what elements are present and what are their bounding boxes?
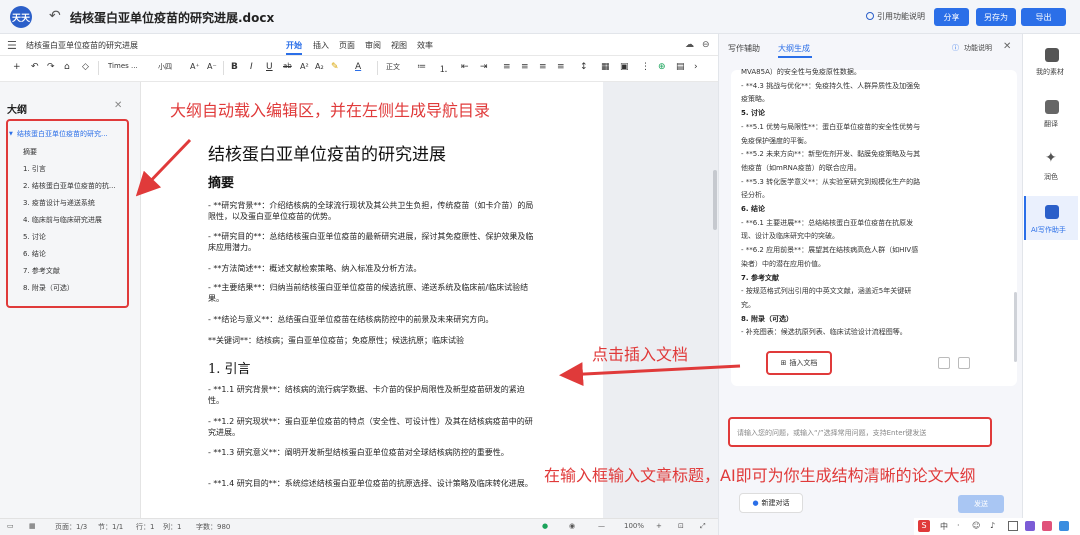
ime-logo-icon[interactable]: S	[918, 520, 930, 532]
annotation-insert: 点击插入文档	[592, 345, 689, 364]
keyboard-icon[interactable]	[1008, 521, 1018, 531]
tray-lang[interactable]: 中	[940, 521, 948, 532]
app-tray-icon[interactable]	[1042, 521, 1052, 531]
app-tray-icon[interactable]	[1059, 521, 1069, 531]
tray-emoji[interactable]: ☺	[972, 521, 980, 530]
tray-dot[interactable]: ·	[957, 521, 960, 530]
annotation-arrows	[135, 138, 741, 387]
annotation-input: 在输入框输入文章标题，AI即可为你生成结构清晰的论文大纲	[544, 466, 976, 485]
arrow-to-outline	[135, 138, 192, 197]
system-tray	[914, 518, 1080, 535]
arrow-to-document	[559, 362, 741, 387]
tray-mic[interactable]: ♪	[990, 521, 995, 530]
app-tray-icon[interactable]	[1025, 521, 1035, 531]
app-window: 天天 ↶ 结核蛋白亚单位疫苗的研究进展.docx 引用功能说明 分享 另存为 导…	[0, 0, 1080, 535]
annotation-outline: 大纲自动载入编辑区，并在左侧生成导航目录	[170, 101, 491, 120]
